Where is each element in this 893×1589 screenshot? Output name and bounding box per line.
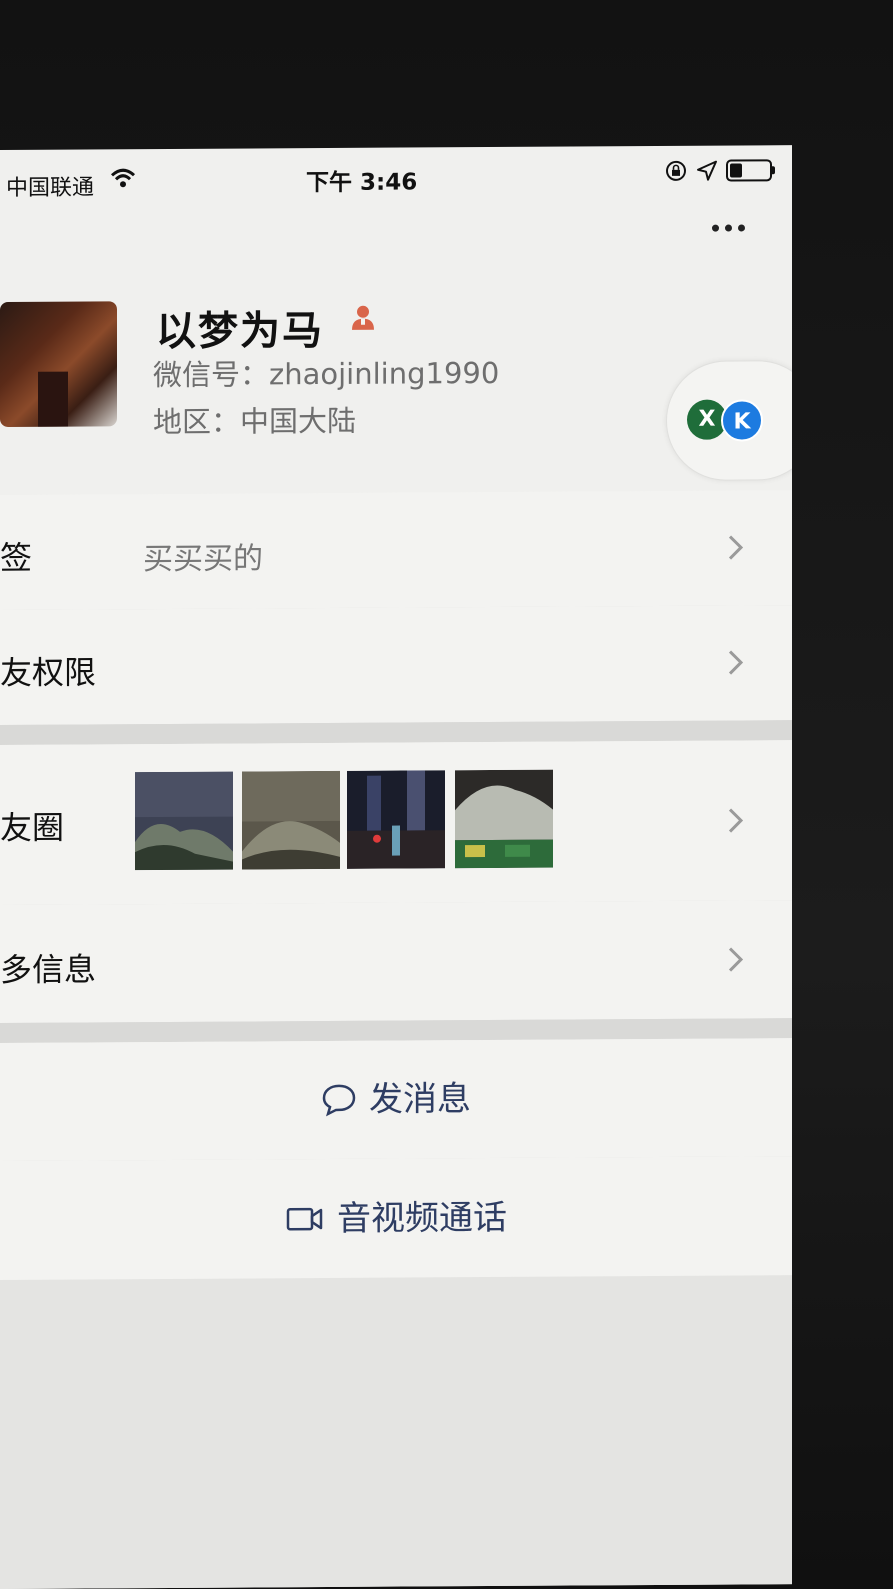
wechat-id: 微信号：zhaojinling1990 — [153, 355, 500, 393]
permissions-label: 友权限 — [0, 653, 97, 692]
chevron-right-icon — [728, 650, 744, 675]
send-message-label: 发消息 — [369, 1079, 471, 1120]
moments-photo-1 — [135, 771, 233, 871]
moments-photo-4 — [455, 769, 553, 869]
dot-icon — [738, 223, 745, 231]
tags-row[interactable]: 签 买买买的 — [0, 490, 792, 611]
chevron-right-icon — [728, 947, 744, 972]
nickname: 以梦为马 — [156, 308, 324, 356]
k-app-icon: K — [721, 399, 763, 442]
rotation-lock-icon — [666, 160, 686, 181]
dot-icon — [725, 224, 732, 232]
dot-icon — [712, 224, 719, 232]
person-icon — [352, 305, 374, 330]
region: 地区：中国大陆 — [153, 403, 357, 440]
more-info-label: 多信息 — [0, 950, 97, 989]
video-camera-icon — [286, 1207, 323, 1231]
status-bar: 中国联通 下午 3:46 — [0, 145, 792, 202]
clock: 下午 3:46 — [306, 169, 418, 197]
chat-bubble-icon — [322, 1084, 356, 1117]
moments-label: 友圈 — [0, 808, 65, 847]
more-options-button[interactable] — [712, 217, 752, 237]
empty-area — [0, 1275, 792, 1589]
moments-row[interactable]: 友圈 — [0, 740, 792, 906]
phone-screen: 中国联通 下午 3:46 以梦为马 微信号：zhaojinling1990 地区… — [0, 145, 792, 1589]
tags-label: 签 — [0, 538, 33, 577]
moments-photo-3 — [347, 770, 445, 869]
linked-apps-pill[interactable]: X K — [666, 360, 792, 481]
profile-header: 以梦为马 微信号：zhaojinling1990 地区：中国大陆 X K — [0, 245, 792, 481]
moments-photo-2 — [242, 770, 340, 870]
carrier-label: 中国联通 — [6, 175, 95, 201]
avatar[interactable] — [0, 301, 117, 427]
status-icons — [664, 157, 772, 184]
wifi-icon — [110, 168, 136, 188]
more-info-row[interactable]: 多信息 — [0, 900, 792, 1024]
permissions-row[interactable]: 友权限 — [0, 605, 792, 726]
send-message-button[interactable]: 发消息 — [0, 1038, 792, 1162]
chevron-right-icon — [728, 808, 744, 833]
tags-value: 买买买的 — [143, 541, 263, 578]
battery-icon — [726, 159, 772, 182]
location-icon — [697, 160, 717, 181]
video-call-label: 音视频通话 — [337, 1197, 507, 1239]
video-call-button[interactable]: 音视频通话 — [0, 1156, 792, 1282]
chevron-right-icon — [728, 535, 744, 560]
